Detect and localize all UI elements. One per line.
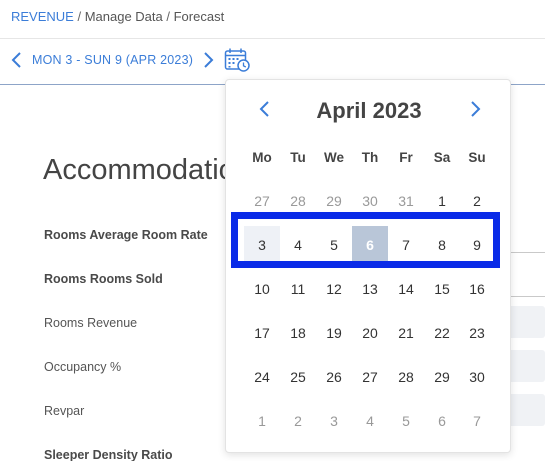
weekday-header: Tu: [290, 149, 306, 165]
metric-label: Rooms Rooms Sold: [44, 272, 163, 286]
calendar-day[interactable]: 28: [388, 358, 424, 396]
metric-label: Rooms Average Room Rate: [44, 228, 208, 242]
section-title: Accommodation: [43, 154, 251, 186]
weekday-header: We: [323, 149, 344, 165]
weekday-header: Fr: [399, 149, 413, 165]
calendar-day[interactable]: 19: [316, 314, 352, 352]
weekday-header: Sa: [433, 149, 451, 165]
calendar-day[interactable]: 7: [459, 402, 495, 440]
date-picker-popup: April 2023 Mo Tu We Th Fr Sa Su 27 28 29 30 31 1 2 3 4 5…: [225, 79, 511, 453]
calendar-day[interactable]: 27: [352, 358, 388, 396]
calendar-day[interactable]: 5: [316, 226, 352, 264]
calendar-day[interactable]: 3: [244, 226, 280, 264]
calendar-day[interactable]: 16: [459, 270, 495, 308]
breadcrumb-current: Forecast: [173, 9, 225, 24]
calendar-day[interactable]: 21: [388, 314, 424, 352]
calendar-day[interactable]: 1: [424, 182, 460, 220]
calendar-day[interactable]: 3: [316, 402, 352, 440]
breadcrumb-separator: /: [73, 9, 85, 24]
calendar-day[interactable]: 2: [280, 402, 316, 440]
breadcrumb-manage-data[interactable]: Manage Data: [85, 9, 163, 24]
calendar-day[interactable]: 24: [244, 358, 280, 396]
calendar-day[interactable]: 30: [352, 182, 388, 220]
metric-label: Revpar: [44, 404, 85, 418]
calendar-day[interactable]: 2: [459, 182, 495, 220]
weekday-header: Mo: [252, 149, 272, 165]
calendar-day[interactable]: 26: [316, 358, 352, 396]
calendar-day[interactable]: 7: [388, 226, 424, 264]
metric-label: Sleeper Density Ratio: [44, 448, 173, 461]
calendar-day[interactable]: 4: [280, 226, 316, 264]
calendar-day[interactable]: 29: [424, 358, 460, 396]
chevron-right-icon[interactable]: [203, 51, 215, 69]
calendar-day[interactable]: 5: [388, 402, 424, 440]
calendar-day[interactable]: 6: [352, 226, 388, 264]
breadcrumb: REVENUE / Manage Data / Forecast: [11, 9, 224, 24]
calendar-day[interactable]: 4: [352, 402, 388, 440]
calendar-day[interactable]: 6: [424, 402, 460, 440]
header-divider: [0, 38, 545, 39]
chevron-left-icon[interactable]: [10, 51, 22, 69]
week-range-label[interactable]: MON 3 - SUN 9 (APR 2023): [32, 53, 193, 67]
calendar-day[interactable]: 15: [424, 270, 460, 308]
breadcrumb-revenue-link[interactable]: REVENUE: [11, 9, 74, 24]
calendar-day[interactable]: 8: [424, 226, 460, 264]
metric-label: Occupancy %: [44, 360, 122, 374]
calendar-day[interactable]: 9: [459, 226, 495, 264]
calendar-day[interactable]: 30: [459, 358, 495, 396]
calendar-day[interactable]: 10: [244, 270, 280, 308]
calendar-day[interactable]: 28: [280, 182, 316, 220]
calendar-day[interactable]: 18: [280, 314, 316, 352]
calendar-day[interactable]: 13: [352, 270, 388, 308]
metric-label: Rooms Revenue: [44, 316, 138, 330]
calendar-day[interactable]: 23: [459, 314, 495, 352]
calendar-day[interactable]: 29: [316, 182, 352, 220]
calendar-day[interactable]: 14: [388, 270, 424, 308]
breadcrumb-separator: /: [162, 9, 174, 24]
week-navigator: MON 3 - SUN 9 (APR 2023): [10, 48, 215, 72]
calendar-day[interactable]: 31: [388, 182, 424, 220]
calendar-day[interactable]: 11: [280, 270, 316, 308]
weekday-header: Su: [468, 149, 486, 165]
calendar-day[interactable]: 20: [352, 314, 388, 352]
calendar-day[interactable]: 12: [316, 270, 352, 308]
calendar-clock-icon[interactable]: [224, 47, 251, 73]
calendar-day[interactable]: 1: [244, 402, 280, 440]
weekday-header: Th: [361, 149, 379, 165]
calendar-day[interactable]: 25: [280, 358, 316, 396]
chevron-right-icon[interactable]: [470, 100, 482, 123]
date-picker-header: April 2023: [226, 94, 512, 130]
calendar-day[interactable]: 27: [244, 182, 280, 220]
calendar-day[interactable]: 17: [244, 314, 280, 352]
calendar-day[interactable]: 22: [424, 314, 460, 352]
